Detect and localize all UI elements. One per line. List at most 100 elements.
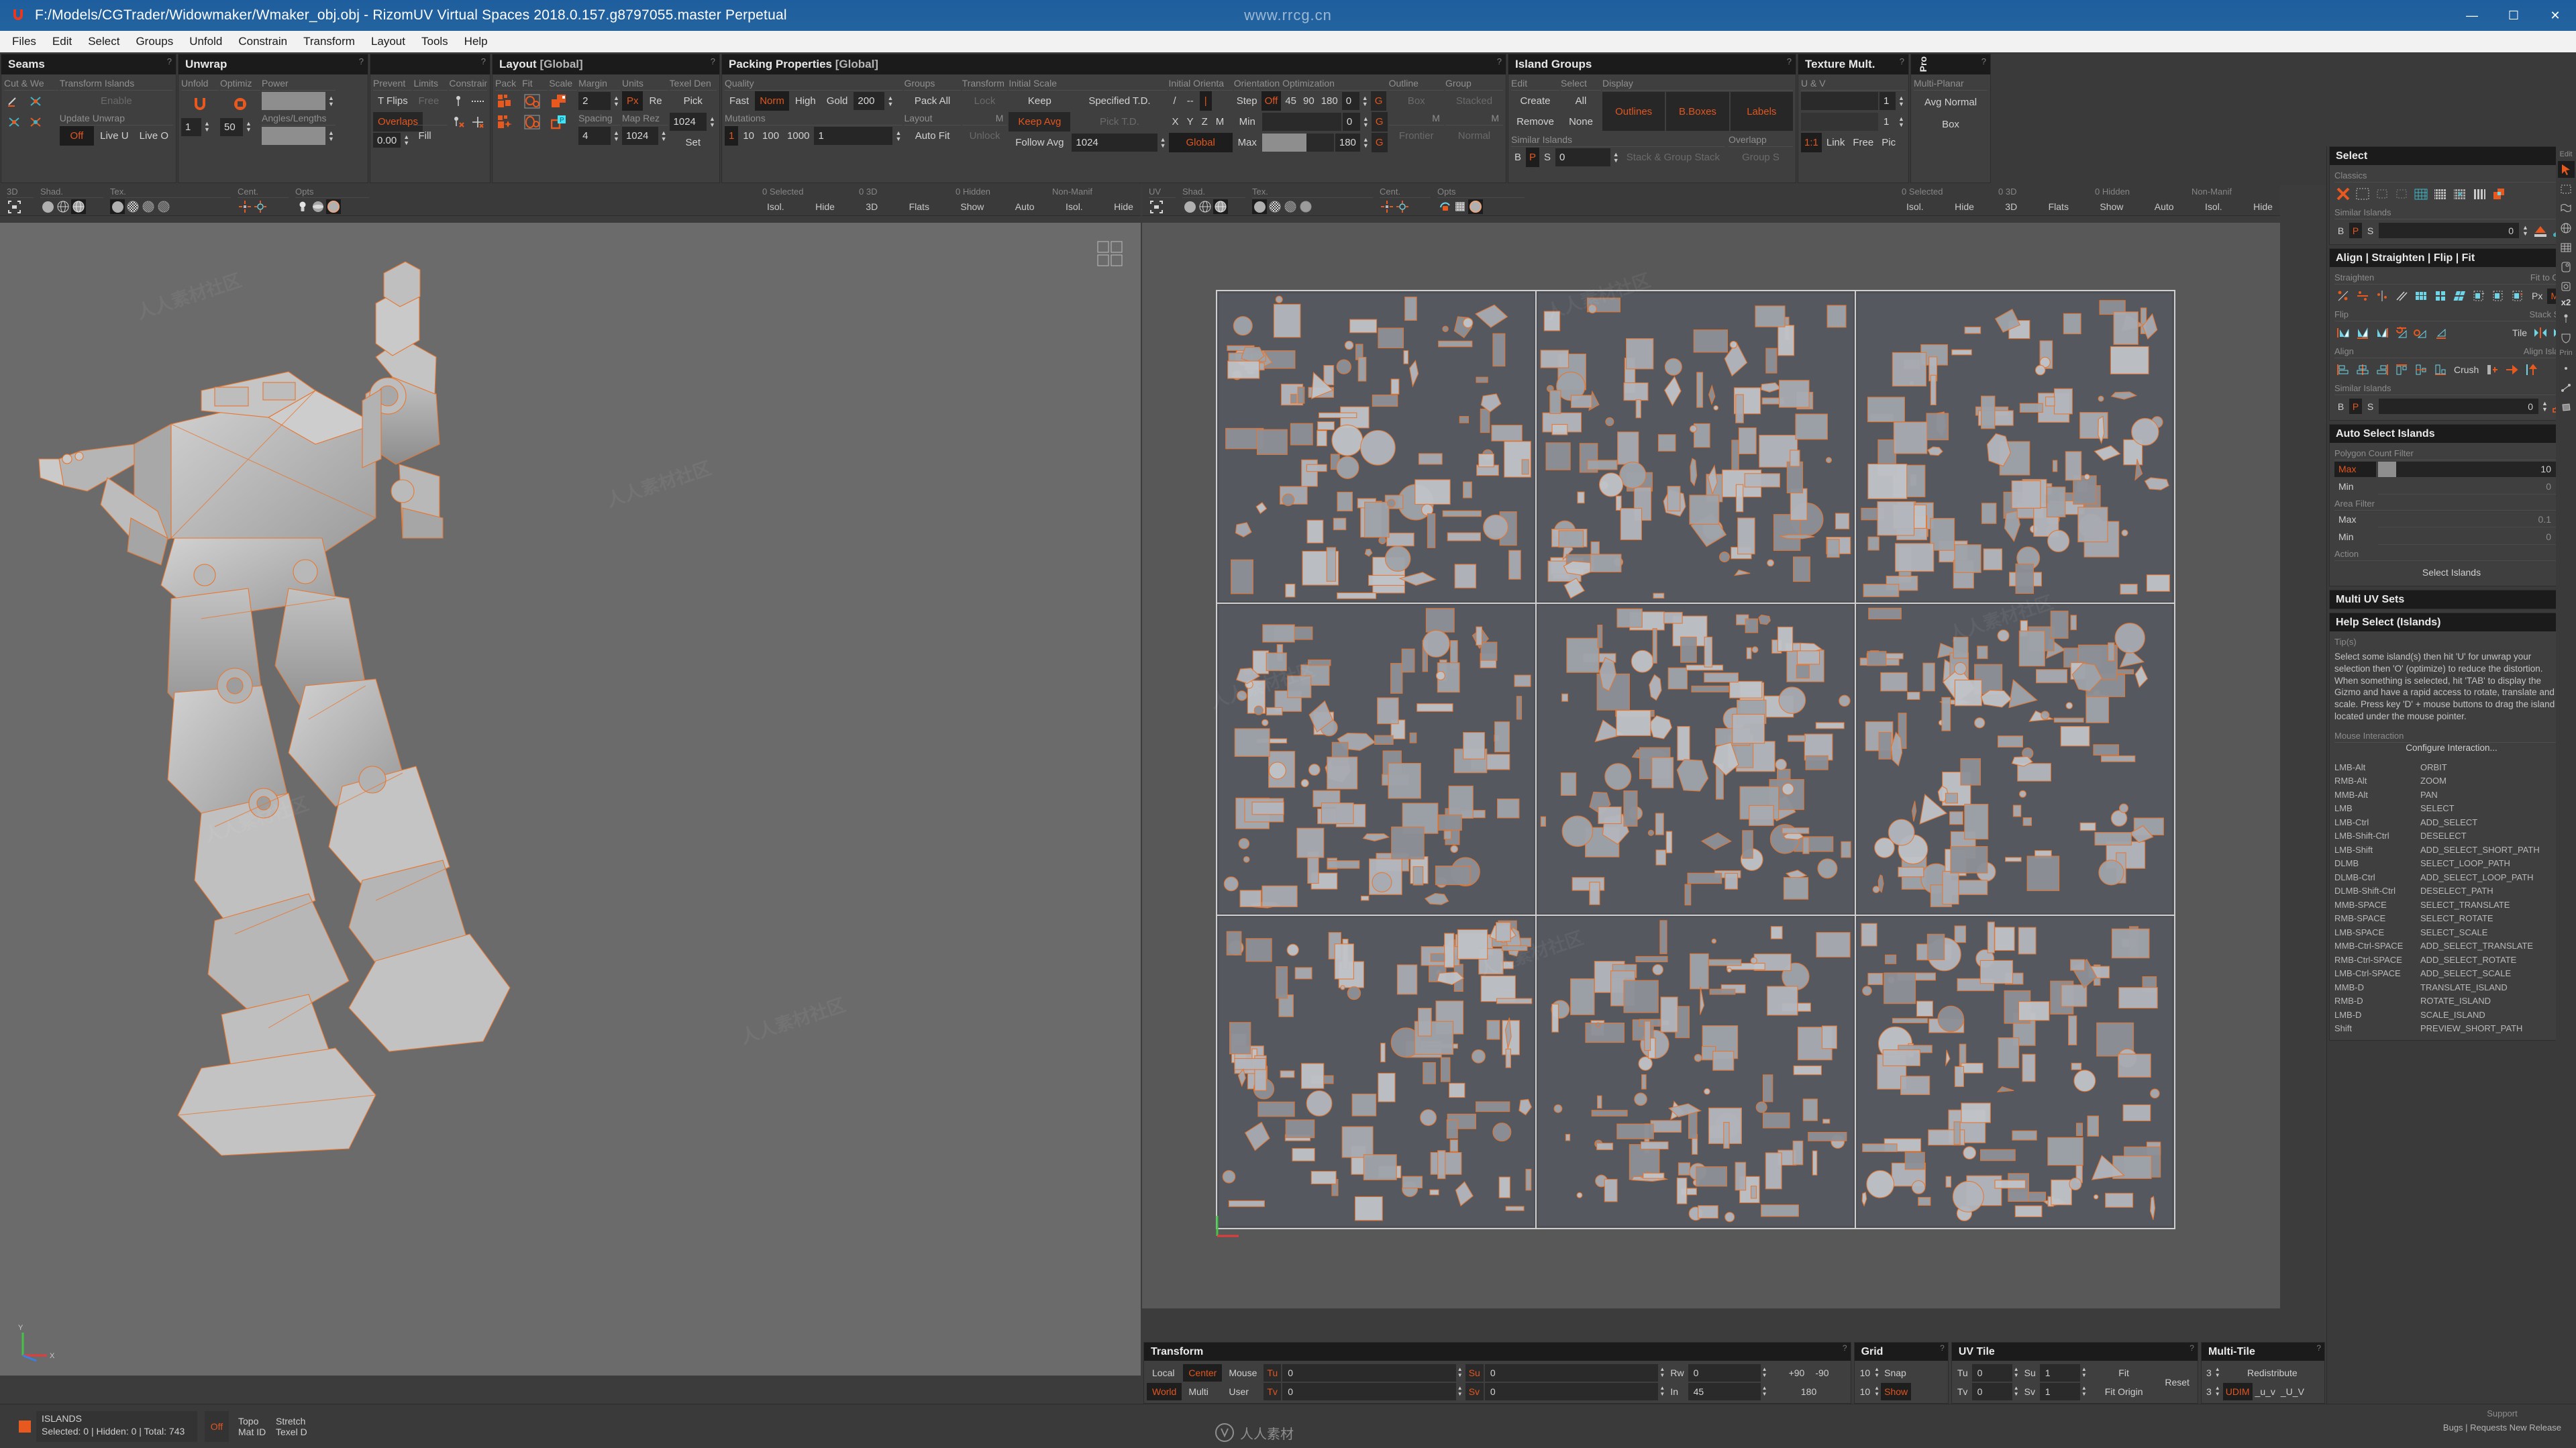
holes-fill-button[interactable]: Fill bbox=[413, 126, 435, 146]
uvtile-fit-origin-button[interactable]: Fit Origin bbox=[2090, 1383, 2159, 1400]
center-selection-icon[interactable] bbox=[238, 199, 252, 214]
grid-quad-icon[interactable] bbox=[2412, 288, 2430, 305]
orient-max-value[interactable]: 180 bbox=[1335, 134, 1360, 152]
transform-sv-label[interactable]: Sv bbox=[1465, 1382, 1484, 1400]
maximize-button[interactable]: ☐ bbox=[2493, 0, 2534, 31]
uvtile-reset-button[interactable]: Reset bbox=[2159, 1374, 2195, 1391]
island-group-remove-button[interactable]: Remove bbox=[1511, 112, 1559, 132]
initial-scale-keep-avg-button[interactable]: Keep Avg bbox=[1009, 112, 1071, 132]
viewuv-3d-button[interactable]: 3D bbox=[2000, 201, 2022, 212]
islands-color-swatch[interactable] bbox=[19, 1420, 31, 1433]
view-cube-icon[interactable] bbox=[1095, 239, 1125, 268]
multitile-udim-button[interactable]: UDIM bbox=[2222, 1382, 2253, 1400]
orient-min-stepper[interactable]: ▲ ▼ bbox=[1361, 113, 1370, 131]
outline-box-button[interactable]: Box bbox=[1389, 91, 1444, 111]
flip-rotate-left-icon[interactable] bbox=[2412, 325, 2430, 342]
quality-value[interactable]: 200 bbox=[854, 92, 885, 110]
optimize-iterations-value[interactable]: 50 bbox=[220, 117, 243, 136]
scale-icon[interactable] bbox=[549, 91, 569, 111]
panel-multi-uv-sets-header[interactable]: Multi UV Sets bbox=[2330, 590, 2573, 609]
outline-frontier-button[interactable]: Frontier bbox=[1389, 126, 1444, 146]
menu-item-files[interactable]: Files bbox=[4, 33, 44, 50]
align-bottom-icon[interactable] bbox=[2432, 362, 2449, 378]
view3d-hide-button[interactable]: Hide bbox=[811, 201, 839, 212]
uvtile-su-stepper[interactable]: ▲ ▼ bbox=[2080, 1364, 2088, 1382]
texture-u-slider[interactable] bbox=[1801, 92, 1878, 110]
menu-item-constrain[interactable]: Constrain bbox=[230, 33, 295, 50]
edge-primitive-icon[interactable] bbox=[2558, 379, 2575, 396]
help-icon[interactable]: ? bbox=[1981, 56, 1986, 66]
viewport-3d[interactable]: Y X bbox=[0, 223, 1141, 1376]
transform-tu-stepper[interactable]: ▲ ▼ bbox=[1456, 1364, 1464, 1382]
transform-tv-stepper[interactable]: ▲ ▼ bbox=[1456, 1383, 1464, 1400]
align-similar-value[interactable]: 0 bbox=[2379, 399, 2538, 414]
poly-min-label[interactable]: Min bbox=[2334, 479, 2376, 495]
texel-set-button[interactable]: Set bbox=[670, 133, 717, 152]
display-mode-texeld-button[interactable]: Texel D bbox=[276, 1427, 307, 1437]
step-45-button[interactable]: 45 bbox=[1282, 91, 1299, 111]
support-links[interactable]: Bugs | Requests New Release bbox=[2443, 1423, 2561, 1433]
uvtile-tu-stepper[interactable]: ▲ ▼ bbox=[2012, 1364, 2020, 1382]
quality-high-button[interactable]: High bbox=[790, 91, 821, 111]
fit-grid-minus-icon[interactable]: - bbox=[2490, 288, 2508, 305]
viewport-uv[interactable] bbox=[1142, 223, 2280, 1308]
unfold-iterations-stepper[interactable]: ▲ ▼ bbox=[203, 118, 211, 136]
rotate-180-button[interactable]: 180 bbox=[1796, 1383, 1822, 1400]
flip-center-icon[interactable] bbox=[2373, 325, 2391, 342]
uvtile-su-value[interactable]: 1 bbox=[2039, 1363, 2080, 1382]
optimize-icon[interactable] bbox=[230, 95, 250, 114]
select-edges-icon[interactable] bbox=[2373, 186, 2391, 203]
update-unwrap-live-o-button[interactable]: Live O bbox=[135, 126, 173, 146]
stack-group-stack-button[interactable]: Stack & Group Stack bbox=[1622, 148, 1724, 167]
menu-item-tools[interactable]: Tools bbox=[413, 33, 456, 50]
similar-s-button[interactable]: S bbox=[1541, 148, 1554, 167]
grid-pair-icon[interactable] bbox=[2432, 288, 2449, 305]
align-similar-p-button[interactable]: P bbox=[2349, 399, 2362, 414]
mutations-1000-button[interactable]: 1000 bbox=[784, 126, 813, 146]
help-icon[interactable]: ? bbox=[481, 56, 486, 66]
transform-world-button[interactable]: World bbox=[1147, 1382, 1182, 1400]
uvtile-sv-value[interactable]: 1 bbox=[2039, 1382, 2080, 1400]
menu-item-unfold[interactable]: Unfold bbox=[181, 33, 230, 50]
grid-tool-icon[interactable] bbox=[2558, 239, 2575, 256]
step-180-button[interactable]: 180 bbox=[1319, 91, 1341, 111]
texture-v-stepper[interactable]: ▲ ▼ bbox=[1897, 113, 1906, 131]
quality-norm-button[interactable]: Norm bbox=[755, 91, 789, 111]
face-primitive-icon[interactable] bbox=[2558, 399, 2575, 415]
spacing-value[interactable]: 4 bbox=[578, 127, 611, 145]
texture-u-stepper[interactable]: ▲ ▼ bbox=[1897, 92, 1906, 110]
texture-none-icon[interactable] bbox=[110, 199, 125, 214]
help-icon[interactable]: ? bbox=[1940, 1343, 1945, 1353]
orient-axis-y-button[interactable]: Y bbox=[1184, 112, 1197, 132]
group-normal-button[interactable]: Normal bbox=[1445, 126, 1503, 146]
select-similar-stepper[interactable]: ▲ ▼ bbox=[2521, 221, 2530, 240]
scale-pic-icon[interactable]: P bbox=[549, 112, 569, 132]
multitile-u-value[interactable]: 3 bbox=[2204, 1364, 2214, 1382]
fit-grid-plus-icon[interactable]: + bbox=[2471, 288, 2488, 305]
poly-max-slider[interactable]: 10 bbox=[2378, 461, 2558, 477]
similar-b-button[interactable]: B bbox=[1511, 148, 1525, 167]
display-outlines-button[interactable]: Outlines bbox=[1602, 92, 1665, 131]
area-max-slider[interactable]: 0.1 bbox=[2378, 512, 2558, 527]
uvtile-fit-button[interactable]: Fit bbox=[2090, 1364, 2159, 1382]
rotate-plus-90-button[interactable]: +90 bbox=[1784, 1364, 1810, 1382]
transform-tu-value[interactable]: 0 bbox=[1282, 1363, 1456, 1382]
grid-snap-button[interactable]: Snap bbox=[1881, 1364, 1910, 1382]
transform-su-label[interactable]: Su bbox=[1465, 1363, 1484, 1382]
optimize-tool-icon[interactable] bbox=[2558, 278, 2575, 295]
rotate-minus-90-button[interactable]: -90 bbox=[1810, 1364, 1834, 1382]
menu-item-groups[interactable]: Groups bbox=[127, 33, 181, 50]
select-overlapping-icon[interactable] bbox=[2490, 186, 2508, 203]
prevent-tflips-button[interactable]: T Flips bbox=[373, 91, 413, 111]
pin-tool-icon[interactable] bbox=[2558, 310, 2575, 327]
shading-smooth-icon[interactable] bbox=[40, 199, 55, 214]
light-icon[interactable] bbox=[295, 199, 310, 214]
align-island-right-icon[interactable] bbox=[2503, 362, 2520, 378]
angles-lengths-slider[interactable] bbox=[262, 127, 325, 145]
grid-v-stepper[interactable]: ▲ ▼ bbox=[1873, 1383, 1881, 1400]
specified-td-button[interactable]: Specified T.D. bbox=[1072, 91, 1167, 111]
transform-rw-value[interactable]: 0 bbox=[1688, 1363, 1761, 1382]
texture-none-icon[interactable] bbox=[1252, 199, 1267, 214]
center-selection-icon[interactable] bbox=[1380, 199, 1394, 214]
texture-custom-icon[interactable] bbox=[156, 199, 171, 214]
